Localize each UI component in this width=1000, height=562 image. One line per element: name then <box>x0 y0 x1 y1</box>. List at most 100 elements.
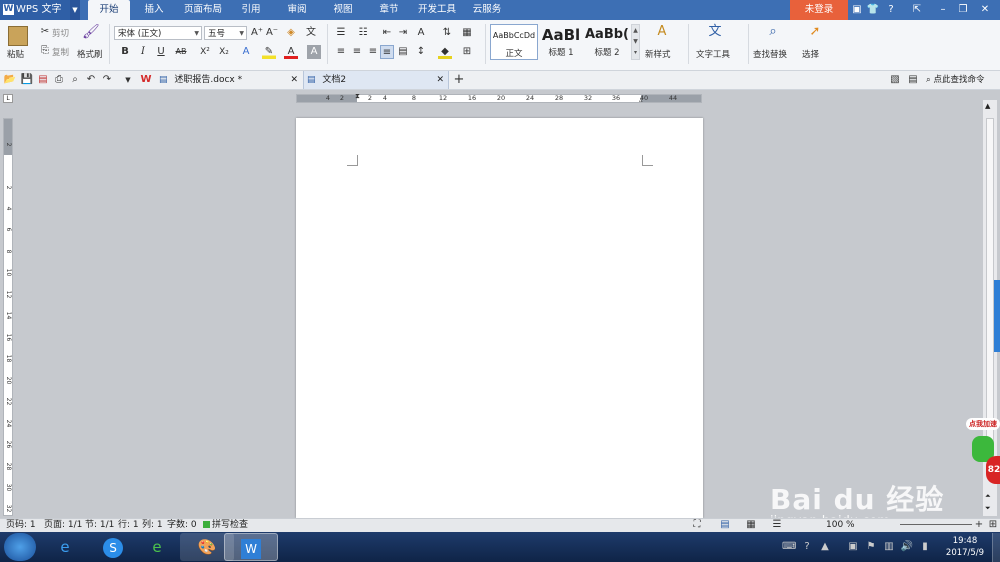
zoom-in-icon[interactable]: + <box>972 518 986 532</box>
grow-font-icon[interactable]: A⁺ <box>250 26 264 40</box>
tab-stop-selector[interactable]: L <box>3 94 13 103</box>
table-border-icon[interactable]: ▦ <box>460 26 474 40</box>
volume-icon[interactable]: 🔊 <box>900 540 914 554</box>
align-left-icon[interactable]: ≡ <box>334 45 348 59</box>
font-size-select[interactable]: 五号 ▼ <box>204 26 247 40</box>
justify-icon[interactable]: ≡ <box>380 45 394 59</box>
help-icon[interactable]: ? <box>884 3 898 17</box>
cut-label[interactable]: 剪切 <box>52 27 69 39</box>
sort-icon[interactable]: ⇅ <box>440 26 454 40</box>
redo-icon[interactable]: ↷ <box>100 73 114 87</box>
clock-time[interactable]: 19:48 <box>940 536 990 546</box>
copy-label[interactable]: 复制 <box>52 46 69 58</box>
tab-references[interactable]: 引用 <box>232 0 270 20</box>
zoom-slider[interactable] <box>900 524 972 525</box>
close-icon[interactable]: ✕ <box>978 3 992 17</box>
close-tab-icon[interactable]: ✕ <box>290 71 298 89</box>
tab-view[interactable]: 视图 <box>324 0 362 20</box>
panel-icon[interactable]: ▤ <box>906 73 920 87</box>
open-icon[interactable]: 📂 <box>3 73 17 87</box>
select-label[interactable]: 选择 <box>802 48 819 60</box>
save-icon[interactable]: 💾 <box>20 73 34 87</box>
tray-help-icon[interactable]: ? <box>800 540 814 554</box>
flag-icon[interactable]: ⚑ <box>864 540 878 554</box>
show-desktop-button[interactable] <box>992 533 1000 562</box>
tab-page-layout[interactable]: 页面布局 <box>178 0 228 20</box>
undo-icon[interactable]: ↶ <box>84 73 98 87</box>
numbered-list-icon[interactable]: ☷ <box>356 26 370 40</box>
wps-writer-taskbar-icon[interactable]: W <box>224 533 278 561</box>
increase-indent-icon[interactable]: ⇥ <box>396 26 410 40</box>
page-view-icon[interactable]: ▤ <box>718 518 732 532</box>
decrease-indent-icon[interactable]: ⇤ <box>380 26 394 40</box>
text-effect-icon[interactable]: A <box>239 45 253 59</box>
status-word-count[interactable]: 字数: 0 <box>167 518 197 532</box>
status-pages[interactable]: 页面: 1/1 <box>44 518 82 532</box>
tab-chapter[interactable]: 章节 <box>370 0 408 20</box>
shrink-font-icon[interactable]: A⁻ <box>265 26 279 40</box>
close-tab-icon[interactable]: ✕ <box>436 71 444 89</box>
superscript-button[interactable]: X² <box>198 45 212 59</box>
format-painter-icon[interactable]: 🖌 <box>82 25 100 39</box>
browser-360-icon[interactable]: e <box>130 533 184 561</box>
chinese-layout-icon[interactable]: A <box>414 26 428 40</box>
scroll-thumb[interactable] <box>986 118 994 448</box>
ie-icon[interactable]: e <box>38 533 92 561</box>
customize-toolbar-icon[interactable]: ▼ <box>121 73 135 87</box>
find-replace-label[interactable]: 查找替换 <box>753 48 787 60</box>
restore-ribbon-icon[interactable]: ⇱ <box>910 3 924 17</box>
print-preview-icon[interactable]: ⌕ <box>68 73 82 87</box>
paste-label[interactable]: 粘贴 <box>7 48 24 60</box>
bold-button[interactable]: B <box>118 45 132 59</box>
align-right-icon[interactable]: ≡ <box>366 45 380 59</box>
clear-format-icon[interactable]: ◈ <box>284 26 298 40</box>
indent-marker-icon[interactable]: ⧗ <box>355 92 360 106</box>
tray-expand-icon[interactable]: ▲ <box>818 540 832 554</box>
text-tools-label[interactable]: 文字工具 <box>696 48 730 60</box>
speed-badge[interactable]: 82 <box>986 456 1000 484</box>
new-style-label[interactable]: 新样式 <box>645 48 671 60</box>
wps-home-icon[interactable]: W <box>139 73 153 87</box>
pdf-icon[interactable]: ▤ <box>36 73 50 87</box>
find-replace-icon[interactable]: ⌕ <box>766 25 780 39</box>
style-heading-2[interactable]: AaBb( 标题 2 <box>584 24 630 60</box>
underline-button[interactable]: U <box>154 45 168 59</box>
line-spacing-icon[interactable]: ↕ <box>414 45 428 59</box>
status-section[interactable]: 节: 1/1 <box>85 518 114 532</box>
outline-view-icon[interactable]: ☰ <box>770 518 784 532</box>
strikethrough-button[interactable]: AB <box>174 45 188 59</box>
status-row[interactable]: 行: 1 <box>118 518 139 532</box>
font-name-select[interactable]: 宋体 (正文) ▼ <box>114 26 202 40</box>
document-page[interactable] <box>296 118 703 518</box>
side-panel-handle[interactable] <box>994 280 1000 352</box>
select-icon[interactable]: ➚ <box>808 25 822 39</box>
shirt-icon[interactable]: 👕 <box>866 3 880 17</box>
italic-button[interactable]: I <box>136 45 150 59</box>
bookmark-icon[interactable]: ▧ <box>888 73 902 87</box>
tab-developer[interactable]: 开发工具 <box>412 0 462 20</box>
copy-icon[interactable]: ⎘ <box>38 44 52 58</box>
clock-date[interactable]: 2017/5/9 <box>940 548 990 558</box>
maximize-icon[interactable]: ❐ <box>956 3 970 17</box>
new-style-icon[interactable]: A <box>655 25 669 39</box>
next-page-icon[interactable]: ⏷ <box>985 504 991 513</box>
shading-icon[interactable]: ◆ <box>438 45 452 59</box>
resize-grip-icon[interactable]: ⊞ <box>986 518 1000 532</box>
fullscreen-icon[interactable]: ⛶ <box>690 518 704 532</box>
format-painter-label[interactable]: 格式刷 <box>77 48 103 60</box>
status-spell-check[interactable]: 拼写检查 <box>212 518 248 532</box>
char-shading-icon[interactable]: A <box>307 45 321 59</box>
tab-insert[interactable]: 插入 <box>134 0 174 20</box>
keyboard-icon[interactable]: ⌨ <box>782 540 796 554</box>
doc-tab-report[interactable]: ▤ 述职报告.docx * ✕ <box>157 71 302 89</box>
bullet-list-icon[interactable]: ☰ <box>334 26 348 40</box>
style-normal[interactable]: AaBbCcDd 正文 <box>490 24 538 60</box>
status-col[interactable]: 列: 1 <box>142 518 163 532</box>
highlight-icon[interactable]: ✎ <box>262 45 276 59</box>
scroll-up-icon[interactable]: ▲ <box>985 102 990 110</box>
cut-icon[interactable]: ✂ <box>38 25 52 39</box>
power-icon[interactable]: ▮ <box>918 540 932 554</box>
minimize-icon[interactable]: – <box>936 3 950 17</box>
new-tab-icon[interactable]: + <box>452 73 466 87</box>
tab-cloud[interactable]: 云服务 <box>466 0 508 20</box>
